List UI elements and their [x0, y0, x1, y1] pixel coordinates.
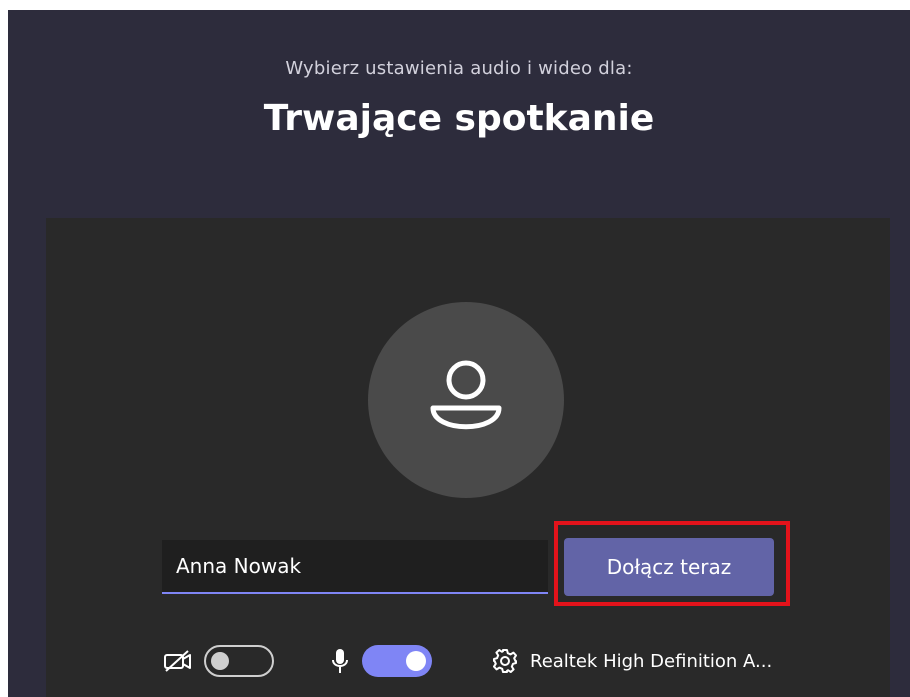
prejoin-screen: Wybierz ustawienia audio i wideo dla: Tr…: [8, 10, 910, 697]
avatar: [368, 302, 564, 498]
audio-device-label: Realtek High Definition A...: [530, 650, 773, 672]
audio-device-settings[interactable]: Realtek High Definition A...: [492, 636, 772, 686]
microphone-toggle[interactable]: [362, 645, 432, 677]
camera-off-icon: [162, 647, 194, 675]
name-input[interactable]: [162, 540, 548, 594]
microphone-control: [330, 636, 432, 686]
microphone-icon: [330, 646, 350, 676]
video-preview: Dołącz teraz: [46, 218, 890, 697]
join-now-button[interactable]: Dołącz teraz: [564, 538, 774, 596]
microphone-toggle-knob: [406, 651, 426, 671]
meeting-title: Trwające spotkanie: [263, 98, 655, 139]
device-controls: Realtek High Definition A...: [46, 636, 890, 686]
camera-toggle[interactable]: [204, 645, 274, 677]
person-icon: [430, 360, 502, 430]
prejoin-subtitle: Wybierz ustawienia audio i wideo dla:: [285, 58, 633, 79]
camera-control: [162, 636, 274, 686]
camera-toggle-knob: [211, 652, 229, 670]
gear-icon: [492, 648, 518, 674]
